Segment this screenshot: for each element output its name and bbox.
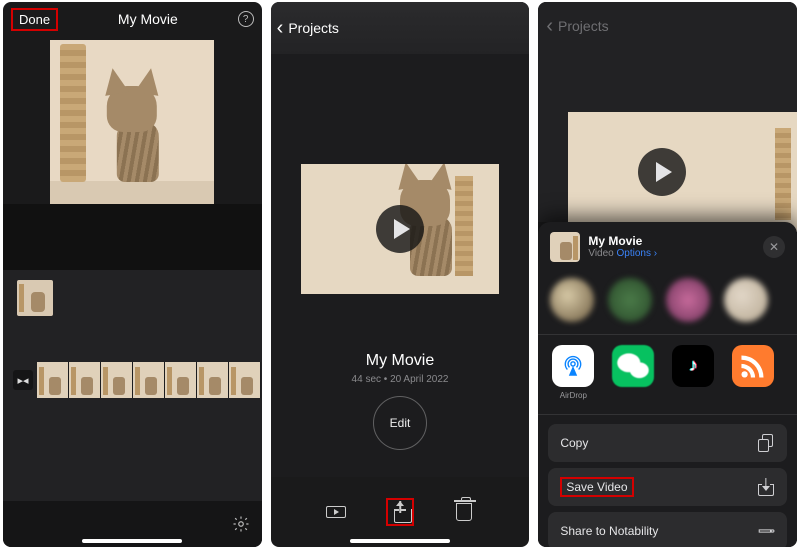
help-icon[interactable]: ? — [238, 11, 254, 27]
trash-icon — [456, 503, 472, 521]
airdrop-contacts-row — [538, 272, 797, 332]
share-title: My Movie — [588, 234, 755, 248]
app-wechat[interactable] — [610, 345, 656, 400]
options-link[interactable]: Options — [617, 248, 651, 259]
preview-divider — [3, 204, 262, 270]
screen-1-editor: Done My Movie ? ▸◂ — [3, 2, 262, 547]
back-chevron-icon[interactable]: ‹ — [277, 17, 287, 40]
project-meta: 44 sec • 20 April 2022 — [271, 374, 530, 385]
app-rss[interactable] — [730, 345, 776, 400]
action-label: Save Video — [560, 477, 633, 497]
close-icon[interactable]: ✕ — [763, 236, 785, 258]
play-icon[interactable] — [376, 205, 424, 253]
editor-header: Done My Movie ? — [3, 2, 262, 36]
scratching-post-graphic — [455, 176, 473, 276]
timeline[interactable]: ▸◂ — [3, 270, 262, 501]
video-preview[interactable] — [50, 40, 214, 204]
share-sheet-header: My Movie Video Options › ✕ — [538, 222, 797, 272]
download-icon — [757, 478, 775, 496]
home-indicator[interactable] — [82, 539, 182, 543]
trash-button[interactable] — [450, 498, 478, 526]
contact-avatar[interactable] — [724, 278, 768, 322]
action-copy[interactable]: Copy — [548, 424, 787, 462]
back-chevron-icon: ‹ — [546, 15, 556, 38]
share-icon — [394, 501, 406, 523]
play-icon — [638, 148, 686, 196]
copy-icon — [757, 434, 775, 452]
divider — [538, 414, 797, 415]
share-actions-list: Copy Save Video Share to Notability Open… — [538, 424, 797, 547]
scratching-post-graphic — [60, 44, 86, 182]
app-label: AirDrop — [560, 391, 587, 400]
pencil-icon — [753, 518, 778, 543]
video-thumbnail-dim — [568, 112, 797, 232]
rss-icon — [732, 345, 774, 387]
clip-strip[interactable] — [37, 362, 262, 398]
contact-avatar[interactable] — [550, 278, 594, 322]
home-indicator[interactable] — [350, 539, 450, 543]
screen-3-share-sheet: ‹ Projects My Movie Video Options › ✕ — [538, 2, 797, 547]
project-title: My Movie — [271, 352, 530, 370]
action-label: Share to Notability — [560, 524, 658, 538]
transition-icon[interactable]: ▸◂ — [13, 370, 33, 390]
share-subtitle[interactable]: Video Options › — [588, 248, 755, 260]
divider — [538, 334, 797, 335]
cat-graphic — [97, 72, 177, 182]
project-background: ‹ Projects — [538, 2, 797, 222]
projects-back-label-dim: Projects — [556, 18, 609, 34]
media-thumbnail[interactable] — [17, 280, 53, 316]
video-thumbnail[interactable] — [301, 164, 500, 294]
action-share-notability[interactable]: Share to Notability — [548, 512, 787, 547]
app-airdrop[interactable]: AirDrop — [550, 345, 596, 400]
action-label: Copy — [560, 436, 588, 450]
contact-avatar[interactable] — [666, 278, 710, 322]
done-button[interactable]: Done — [11, 8, 58, 31]
contact-avatar[interactable] — [608, 278, 652, 322]
screen-2-project-detail: ‹ Projects My Movie 44 sec • 20 April 20… — [271, 2, 530, 547]
edit-button[interactable]: Edit — [373, 396, 427, 450]
share-button[interactable] — [386, 498, 414, 526]
wechat-icon — [612, 345, 654, 387]
project-header: ‹ Projects — [271, 2, 530, 54]
project-title: My Movie — [118, 11, 178, 27]
project-body: My Movie 44 sec • 20 April 2022 Edit — [271, 54, 530, 477]
projects-back-label[interactable]: Projects — [286, 20, 339, 36]
gear-icon[interactable] — [232, 515, 250, 533]
project-toolbar — [271, 477, 530, 547]
share-sheet: My Movie Video Options › ✕ AirDrop — [538, 222, 797, 547]
action-save-video[interactable]: Save Video — [548, 468, 787, 506]
tiktok-icon: ♪ — [672, 345, 714, 387]
project-header-dim: ‹ Projects — [538, 2, 797, 50]
app-tiktok[interactable]: ♪ — [670, 345, 716, 400]
share-apps-row: AirDrop ♪ — [538, 345, 797, 406]
share-thumbnail — [550, 232, 580, 262]
play-rect-icon[interactable] — [322, 498, 350, 526]
airdrop-icon — [552, 345, 594, 387]
